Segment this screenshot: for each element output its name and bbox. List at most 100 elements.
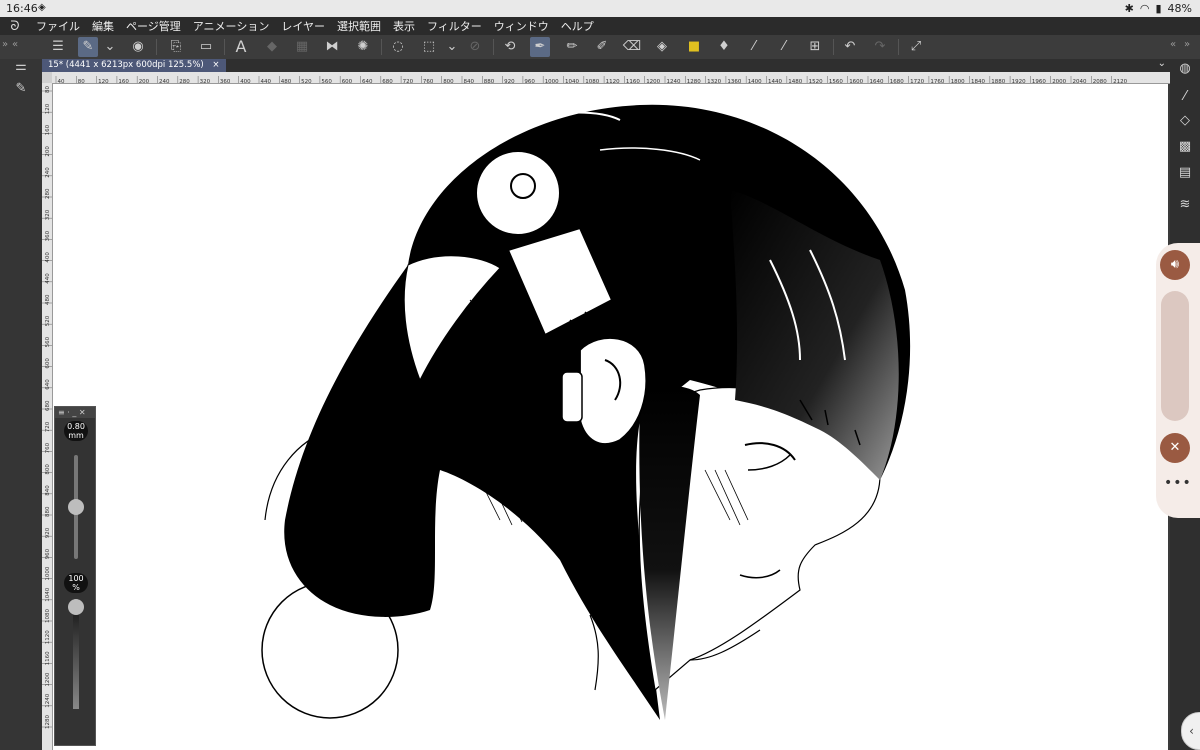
volume-icon[interactable]: 🔊︎ [1160,250,1190,280]
sub-tool-icon[interactable]: ◍ [1175,59,1195,79]
close-icon[interactable]: × [212,60,219,70]
pen-icon[interactable]: ✒ [530,37,550,57]
volume-overlay: 🔊︎ ✕ ••• [1156,243,1200,518]
menu-selection[interactable]: 選択範囲 [331,18,387,34]
collapse-left-icon[interactable]: » [2,39,8,50]
menu-page[interactable]: ページ管理 [120,18,187,34]
ruler-label: 760 [45,442,51,453]
collapse-right-icon[interactable]: « [1170,39,1176,50]
app-logo-icon[interactable]: ᘐ [0,19,30,34]
ruler-label: 480 [45,294,51,305]
ruler-label: 920 [45,527,51,538]
crop-icon[interactable]: ⊘ [465,37,485,57]
brush-size-slider[interactable] [68,499,84,515]
ruler-label: 840 [45,485,51,496]
drawing-canvas[interactable] [53,84,1168,750]
manga-illustration [261,104,911,720]
vertical-ruler[interactable]: 80 120 160 200 240 280 320 360 400 440 480 520 560 60… [42,83,53,750]
wifi-icon: ◠ [1139,2,1150,15]
grid-icon[interactable]: ▦ [292,37,312,57]
open-file-icon[interactable]: ▭ [196,37,216,57]
brush-icon[interactable]: ⁄ [1175,87,1195,107]
collapse-right-icon[interactable]: » [1184,39,1190,50]
horizontal-ruler-ticks: 40 80 120 160 200 240 280 320 360 400 440 480 520 560… [55,76,1128,83]
ruler-label: 640 [45,379,51,390]
ruler-label: 600 [45,358,51,369]
sticker-icon[interactable]: ■ [684,37,704,57]
ruler-label: 80 [45,86,51,93]
opacity-value: 100 % [64,573,88,593]
eraser-icon[interactable]: ⌫ [622,37,642,57]
navigator-icon[interactable]: ◉ [128,37,148,57]
game-controller-icon: ◈ [38,2,46,13]
document-tab-title: 15* (4441 x 6213px 600dpi 125.5%) [48,60,204,70]
loading-icon[interactable]: ✺ [353,37,373,57]
text-tool-icon[interactable]: A [231,37,251,57]
undo-icon[interactable]: ↶ [840,37,860,57]
bucket-icon[interactable]: ◈ [652,37,672,57]
flip-icon[interactable]: ⧓ [322,37,342,57]
horizontal-ruler[interactable]: 40 80 120 160 200 240 280 320 360 400 440 480 520 560… [52,72,1170,84]
color-palette-icon[interactable]: ▩ [1175,137,1195,157]
palette-header[interactable]: ≡ · _ ✕ [55,407,95,418]
ruler-label: 720 [45,421,51,432]
menu-help[interactable]: ヘルプ [555,18,600,34]
menu-view[interactable]: 表示 [387,18,421,34]
material-icon[interactable]: ▤ [1175,163,1195,183]
chevron-down-icon[interactable]: ⌄ [442,37,462,57]
opacity-slider[interactable] [68,599,84,615]
ruler-label: 1160 [45,651,51,665]
ruler-icon[interactable]: ⊞ [805,37,825,57]
status-icons: ✱ ◠ ▮ 48% [1125,2,1192,15]
ruler-label: 1200 [45,672,51,686]
ruler-corner [42,72,52,83]
menu-layer[interactable]: レイヤー [275,18,331,34]
transform-icon[interactable]: ⟲ [500,37,520,57]
eyedropper-icon[interactable]: ⁄ [744,37,764,57]
more-options-icon[interactable]: ••• [1164,475,1192,491]
ruler-label: 560 [45,336,51,347]
droplet-icon[interactable]: ♦ [714,37,734,57]
menu-file[interactable]: ファイル [30,18,86,34]
menu-animation[interactable]: アニメーション [187,18,276,34]
brush-settings-icon[interactable]: ✎ [11,79,31,99]
menu-edit[interactable]: 編集 [86,18,120,34]
document-tab-bar: 15* (4441 x 6213px 600dpi 125.5%) × ⌄ [42,58,1170,72]
lasso-icon[interactable]: ◌ [388,37,408,57]
command-bar: » « ☰ ✎ ⌄ ◉ ⎘ ▭ A ◆ ▦ ⧓ ✺ ◌ ⬚ ⌄ ⊘ ⟲ ✒ ✏ … [0,35,1200,60]
menu-window[interactable]: ウィンドウ [488,18,555,34]
battery-level: 48% [1167,2,1192,15]
marker-icon[interactable]: ✐ [592,37,612,57]
mute-icon[interactable]: ✕ [1160,433,1190,463]
volume-slider[interactable] [1161,291,1189,421]
new-document-icon[interactable]: ⎘ [166,37,186,57]
bluetooth-icon: ✱ [1124,2,1134,15]
ruler-label: 400 [45,252,51,263]
battery-icon: ▮ [1155,2,1162,15]
eyedropper-icon[interactable]: ⁄ [774,37,794,57]
settings-sliders-icon[interactable]: ⚌ [11,57,31,77]
chevron-down-icon[interactable]: ⌄ [100,37,120,57]
layers-icon[interactable]: ◇ [1175,111,1195,131]
fullscreen-icon[interactable]: ⤢ [906,37,926,57]
menu-icon[interactable]: ☰ [48,37,68,57]
ruler-label: 360 [45,230,51,241]
ruler-label: 160 [45,124,51,135]
pencil-icon[interactable]: ✏ [562,37,582,57]
document-tab[interactable]: 15* (4441 x 6213px 600dpi 125.5%) × [42,59,226,72]
ruler-label: 880 [45,506,51,517]
ruler-label: 520 [45,315,51,326]
ruler-label: 1080 [45,609,51,623]
chevron-down-icon[interactable]: ⌄ [1158,58,1166,69]
menu-bar: ᘐ ファイル 編集 ページ管理 アニメーション レイヤー 選択範囲 表示 フィル… [0,17,1200,35]
menu-filter[interactable]: フィルター [421,18,488,34]
ruler-label: 120 [45,103,51,114]
collapse-left-icon[interactable]: « [12,39,18,50]
ruler-label: 1280 [45,715,51,729]
opacity-track[interactable] [73,599,79,709]
layer-stack-icon[interactable]: ≋ [1175,195,1195,215]
redo-icon[interactable]: ↷ [870,37,890,57]
selection-icon[interactable]: ⬚ [419,37,439,57]
layer-edit-icon[interactable]: ✎ [78,37,98,57]
fill-icon[interactable]: ◆ [262,37,282,57]
